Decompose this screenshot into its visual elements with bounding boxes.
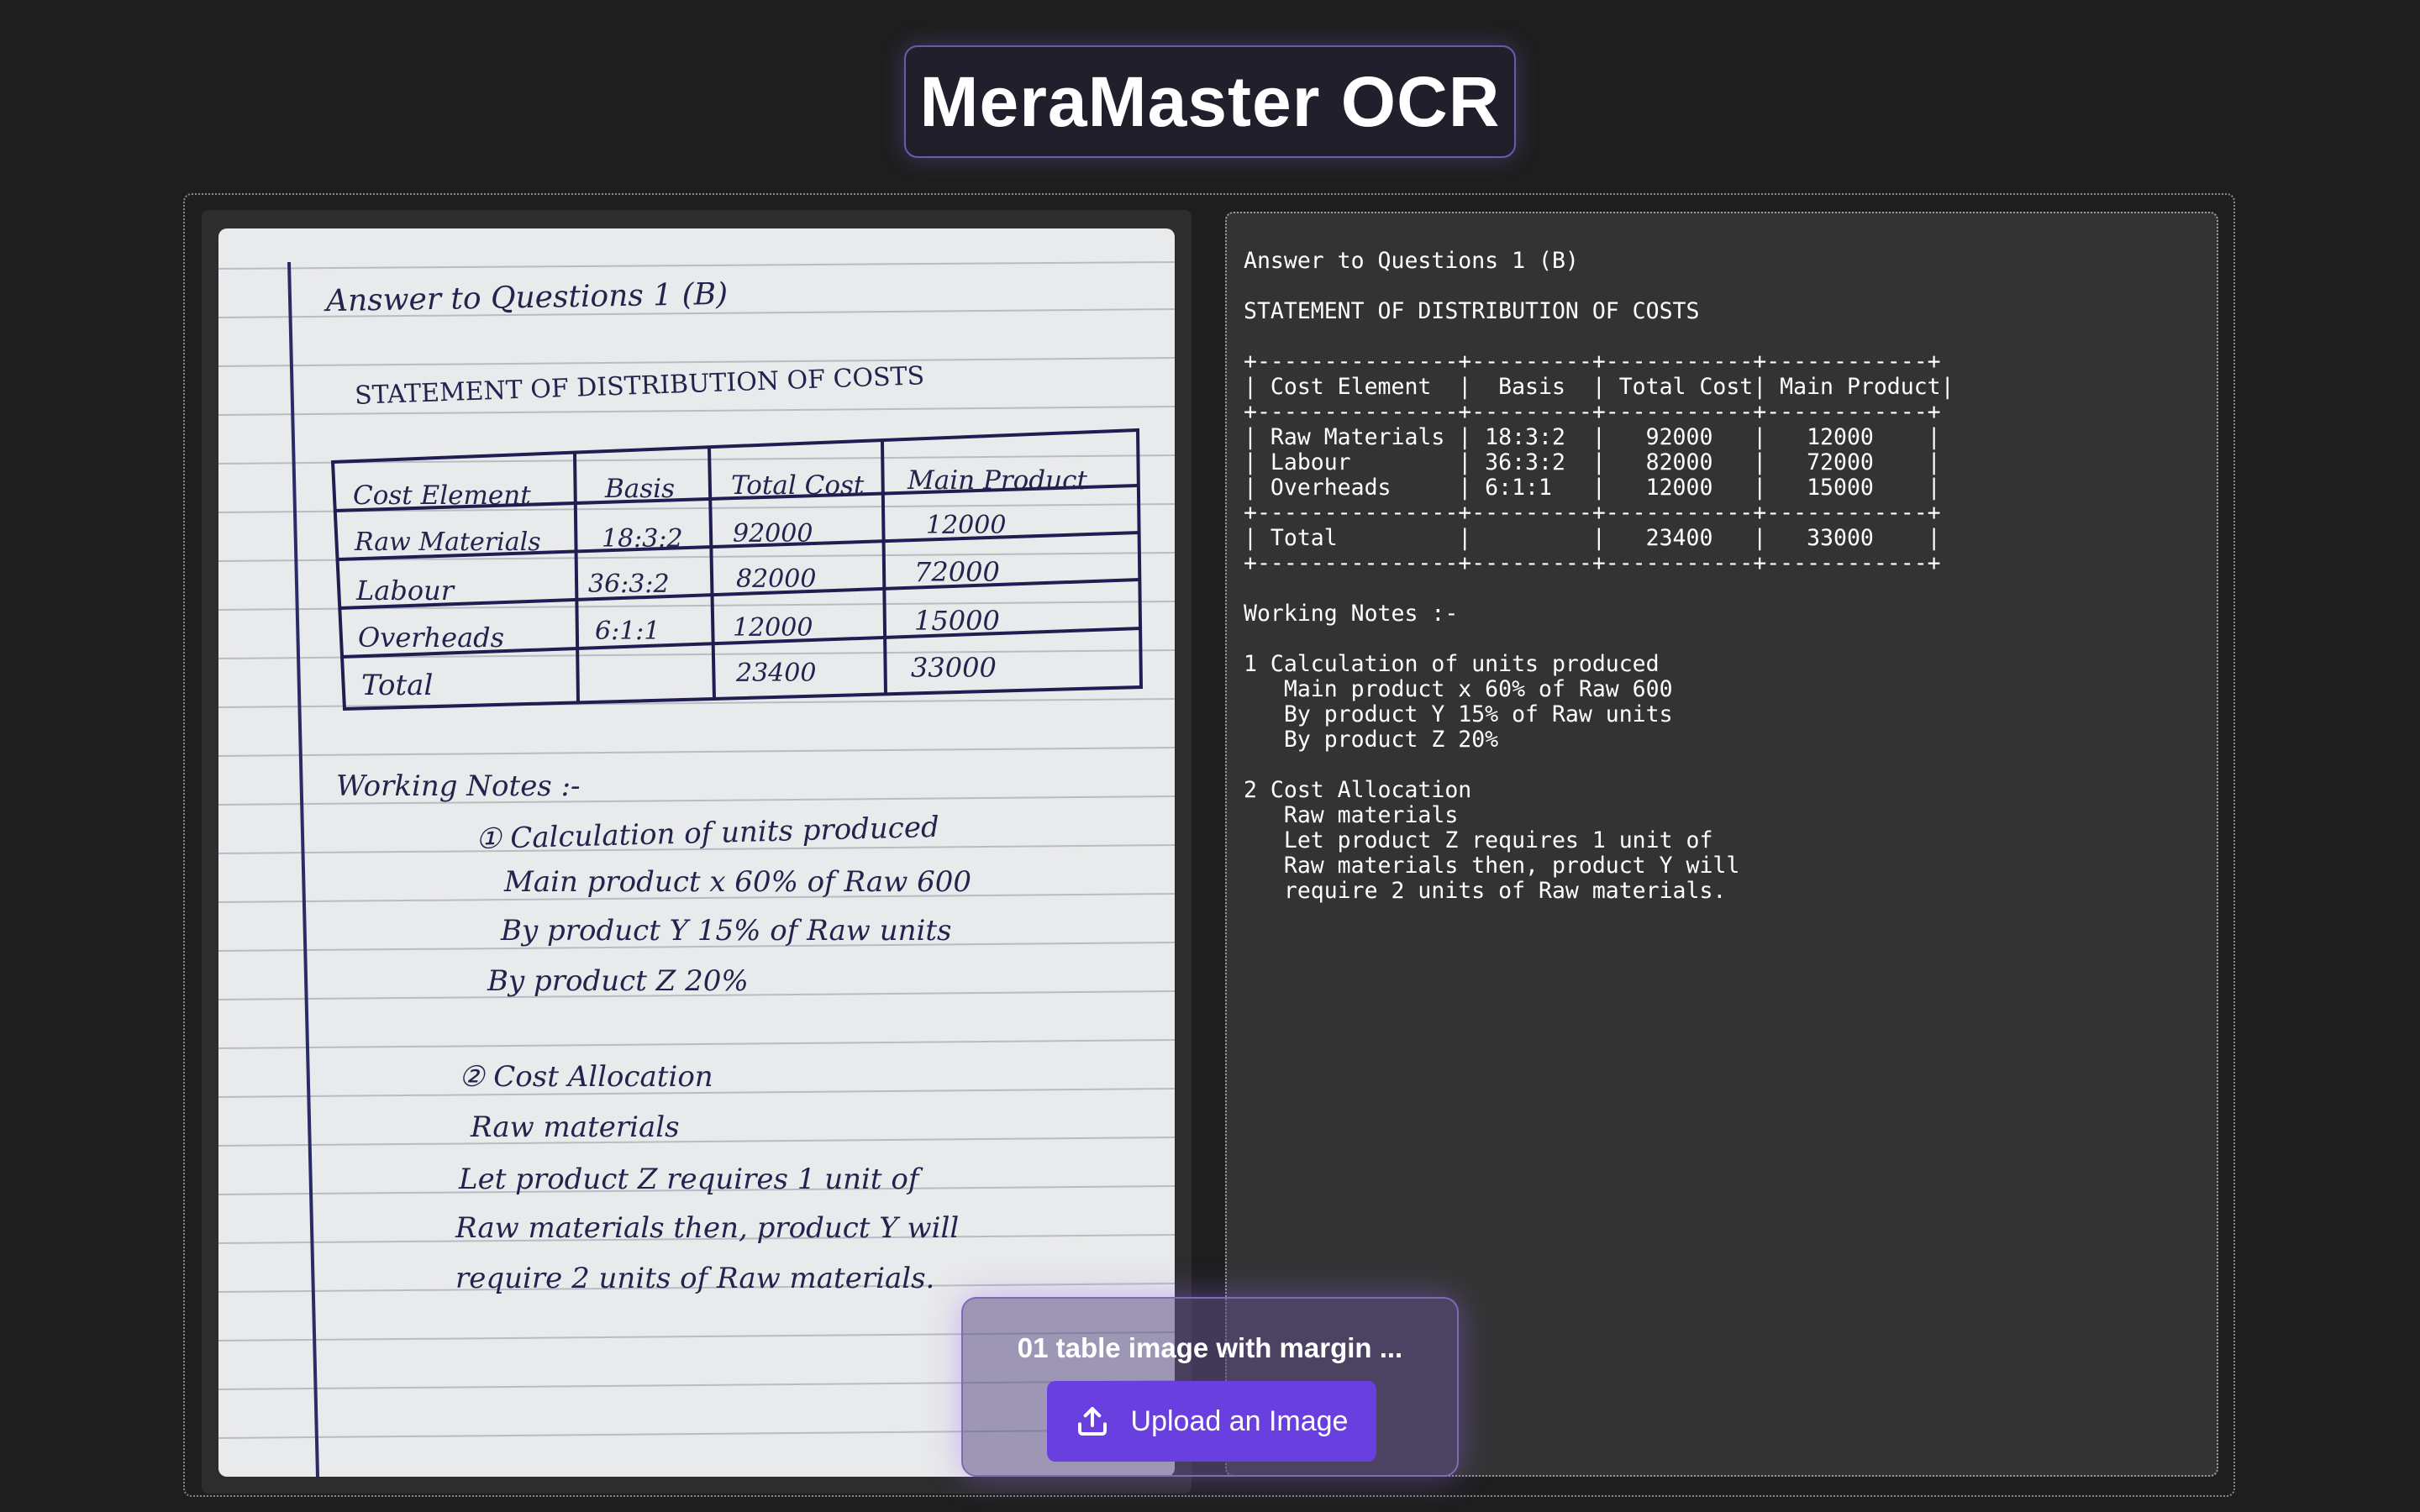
table-cell: Total (361, 669, 434, 702)
ocr-result-text[interactable]: Answer to Questions 1 (B) STATEMENT OF D… (1244, 249, 1954, 904)
table-header-cell: Basis (605, 474, 675, 504)
handwritten-note-line: Raw materials then, product Y will (455, 1211, 960, 1245)
ocr-result-panel[interactable]: Answer to Questions 1 (B) STATEMENT OF D… (1225, 212, 2218, 1477)
handwritten-note-line: By product Z 20% (487, 964, 749, 998)
handwritten-note-line: Raw materials (471, 1110, 680, 1144)
table-cell: 6:1:1 (595, 617, 660, 646)
table-cell: Labour (356, 575, 454, 606)
table-cell: Overheads (358, 622, 505, 654)
table-cell: 23400 (736, 659, 817, 688)
table-header-cell: Main Product (908, 465, 1087, 496)
table-header-cell: Total Cost (731, 470, 865, 501)
upload-image-button[interactable]: Upload an Image (1047, 1381, 1376, 1462)
table-cell: 12000 (733, 613, 813, 643)
upload-icon (1076, 1404, 1109, 1438)
selected-file-name: 01 table image with margin ... (1017, 1332, 1403, 1363)
table-header-cell: Cost Element (353, 480, 531, 511)
handwritten-heading: Answer to Questions 1 (B) (325, 276, 729, 319)
table-cell: 12000 (926, 511, 1007, 540)
table-cell: 15000 (914, 605, 1000, 637)
handwritten-note-line: Main product x 60% of Raw 600 (504, 865, 972, 899)
handwritten-notes-heading: Working Notes :- (336, 769, 581, 803)
table-cell: 33000 (911, 652, 997, 684)
table-cell: 82000 (736, 564, 817, 594)
upload-button-label: Upload an Image (1130, 1404, 1349, 1437)
app-title-box: MeraMaster OCR (904, 45, 1516, 158)
upload-card: 01 table image with margin ... Upload an… (961, 1297, 1459, 1477)
app-title: MeraMaster OCR (919, 61, 1501, 141)
handwritten-note-line: ② Cost Allocation (459, 1060, 713, 1094)
handwritten-note-line: require 2 units of Raw materials. (455, 1262, 935, 1295)
table-cell: Raw Materials (355, 528, 541, 557)
table-cell: 36:3:2 (588, 570, 670, 599)
handwritten-note-line: Let product Z requires 1 unit of (459, 1163, 919, 1196)
table-cell: 92000 (733, 519, 813, 549)
uploaded-image-preview: Answer to Questions 1 (B) STATEMENT OF D… (218, 228, 1175, 1477)
table-cell: 72000 (914, 556, 1000, 588)
handwritten-note-line: By product Y 15% of Raw units (501, 914, 952, 948)
table-cell: 18:3:2 (602, 524, 683, 554)
